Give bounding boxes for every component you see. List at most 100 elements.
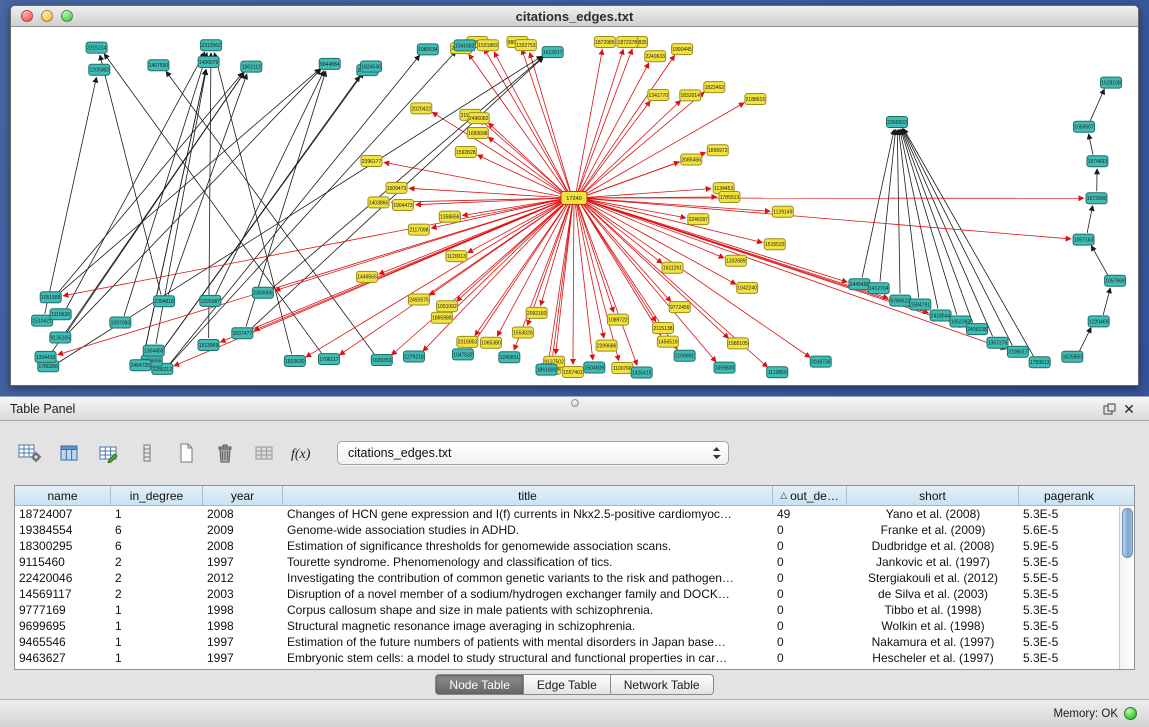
graph-node[interactable]: 1041682: [454, 40, 475, 51]
graph-node[interactable]: 2315053: [457, 336, 478, 347]
graph-node[interactable]: 2445498: [849, 279, 870, 290]
graph-node[interactable]: 1972006: [1086, 193, 1107, 204]
graph-node[interactable]: 1403866: [368, 197, 389, 208]
graph-node[interactable]: 1896972: [707, 145, 728, 156]
zoom-button[interactable]: [61, 10, 73, 22]
graph-node[interactable]: 1659353: [371, 355, 392, 366]
graph-node[interactable]: 1528108: [1101, 77, 1122, 88]
graph-node[interactable]: 1504609: [584, 362, 605, 373]
graph-node[interactable]: 1332753: [515, 40, 536, 51]
graph-node[interactable]: 9772456: [669, 302, 690, 313]
graph-node[interactable]: 1120013: [446, 251, 467, 262]
graph-node[interactable]: 1047532: [452, 349, 473, 360]
column-header-pagerank[interactable]: pagerank: [1019, 486, 1119, 505]
graph-node[interactable]: 1693698: [467, 127, 488, 138]
graph-node[interactable]: 2020422: [411, 103, 432, 114]
splitter-handle[interactable]: [571, 399, 579, 407]
graph-node[interactable]: 1810630: [284, 355, 305, 366]
table-row[interactable]: 1830029562008Estimation of significance …: [15, 538, 1134, 554]
graph-node[interactable]: 1592828: [455, 146, 476, 157]
graph-node[interactable]: 2188615: [745, 94, 766, 105]
graph-node[interactable]: 1612917: [542, 47, 563, 58]
graph-node[interactable]: 1449565: [357, 271, 378, 282]
graph-node[interactable]: 1785513: [719, 191, 740, 202]
graph-node[interactable]: 2313562: [201, 40, 222, 51]
graph-node[interactable]: 1042240: [737, 282, 758, 293]
float-panel-icon[interactable]: [1099, 400, 1119, 418]
graph-node[interactable]: 1584791: [910, 299, 931, 310]
graph-node[interactable]: 1706117: [318, 354, 339, 365]
column-header-short[interactable]: short: [847, 486, 1019, 505]
column-header-year[interactable]: year: [203, 486, 283, 505]
graph-node[interactable]: 1990445: [672, 44, 693, 55]
graph-node[interactable]: 1872989: [594, 37, 615, 48]
table-row[interactable]: 2242004622012Investigating the contribut…: [15, 570, 1134, 586]
graph-node[interactable]: 1334430: [35, 351, 56, 362]
tab-node-table[interactable]: Node Table: [435, 674, 524, 695]
graph-node[interactable]: 1553026: [512, 327, 533, 338]
graph-node[interactable]: 1904473: [392, 200, 413, 211]
graph-node[interactable]: 1515533: [764, 239, 785, 250]
graph-node[interactable]: 1129149: [772, 206, 793, 217]
scrollbar-thumb[interactable]: [1122, 508, 1133, 558]
table-row[interactable]: 969969511998Structural magnetic resonanc…: [15, 618, 1134, 634]
graph-node[interactable]: 2249633: [645, 51, 666, 62]
graph-node[interactable]: 1562112: [241, 61, 262, 72]
graph-node[interactable]: 2394818: [154, 296, 175, 307]
graph-node[interactable]: 2360903: [887, 117, 908, 128]
graph-node[interactable]: 1597093: [110, 317, 131, 328]
graph-node[interactable]: 1059830: [714, 362, 735, 373]
graph-node[interactable]: 2396177: [361, 155, 382, 166]
network-canvas[interactable]: 1872989176083518723782249633199044513417…: [11, 28, 1138, 385]
graph-node[interactable]: 1585105: [728, 338, 749, 349]
graph-node[interactable]: 1059507: [1073, 121, 1094, 132]
memory-status-icon[interactable]: [1124, 707, 1137, 720]
graph-node[interactable]: 1611261: [662, 262, 683, 273]
graph-node[interactable]: 1057163: [1073, 234, 1094, 245]
graph-node[interactable]: 1226987: [200, 295, 221, 306]
network-canvas-svg[interactable]: 1872989176083518723782249633199044513417…: [11, 28, 1138, 385]
graph-node[interactable]: 1872378: [617, 37, 638, 48]
graph-node[interactable]: 1341770: [648, 90, 669, 101]
graph-node[interactable]: 2038736: [810, 356, 831, 367]
graph-node[interactable]: 1089722: [607, 314, 628, 325]
graph-node[interactable]: 1113859: [767, 367, 788, 378]
graph-node[interactable]: 1822462: [704, 82, 725, 93]
graph-node[interactable]: 1209382: [89, 64, 110, 75]
graph-node[interactable]: 1367276: [987, 337, 1008, 348]
graph-node[interactable]: 2409138: [967, 324, 988, 335]
graph-node[interactable]: 2117098: [408, 224, 429, 235]
table-row[interactable]: 946554611997Estimation of the future num…: [15, 634, 1134, 650]
graph-node[interactable]: 9044884: [319, 58, 340, 69]
graph-node[interactable]: 1865989: [431, 312, 452, 323]
table-row[interactable]: 1938455462009Genome-wide association stu…: [15, 522, 1134, 538]
graph-node[interactable]: 1974693: [1087, 156, 1108, 167]
graph-node[interactable]: 2496082: [468, 113, 489, 124]
graph-node[interactable]: 1220469: [1088, 316, 1109, 327]
select-columns-button[interactable]: [55, 440, 83, 466]
row-height-button[interactable]: [133, 440, 161, 466]
graph-node[interactable]: 2085456: [681, 154, 702, 165]
delete-columns-button[interactable]: [211, 440, 239, 466]
graph-node[interactable]: 9135165: [50, 332, 71, 343]
graph-node[interactable]: 2108017: [1007, 346, 1028, 357]
graph-node[interactable]: 2492675: [408, 294, 429, 305]
graph-node[interactable]: 1240831: [499, 352, 520, 363]
graph-node[interactable]: 9789622: [890, 295, 911, 306]
graph-node[interactable]: 2246097: [688, 214, 709, 225]
close-button[interactable]: [21, 10, 33, 22]
network-table-selector[interactable]: citations_edges.txt: [337, 441, 729, 465]
table-row[interactable]: 911546021997Tourette syndrome. Phenomeno…: [15, 554, 1134, 570]
graph-node[interactable]: 17240: [561, 192, 587, 205]
window-titlebar[interactable]: citations_edges.txt: [11, 6, 1138, 27]
column-header-in_degree[interactable]: in_degree: [111, 486, 203, 505]
graph-node[interactable]: 1358656: [439, 211, 460, 222]
graph-node[interactable]: 1525850: [1062, 351, 1083, 362]
table-row[interactable]: 1456911722003Disruption of a novel membe…: [15, 586, 1134, 602]
tab-network-table[interactable]: Network Table: [611, 674, 714, 695]
graph-node[interactable]: 1832014: [680, 90, 701, 101]
graph-node[interactable]: 1109691: [674, 350, 695, 361]
graph-node[interactable]: 1407550: [148, 60, 169, 71]
new-table-button[interactable]: [172, 440, 200, 466]
close-panel-icon[interactable]: ✕: [1119, 400, 1139, 418]
